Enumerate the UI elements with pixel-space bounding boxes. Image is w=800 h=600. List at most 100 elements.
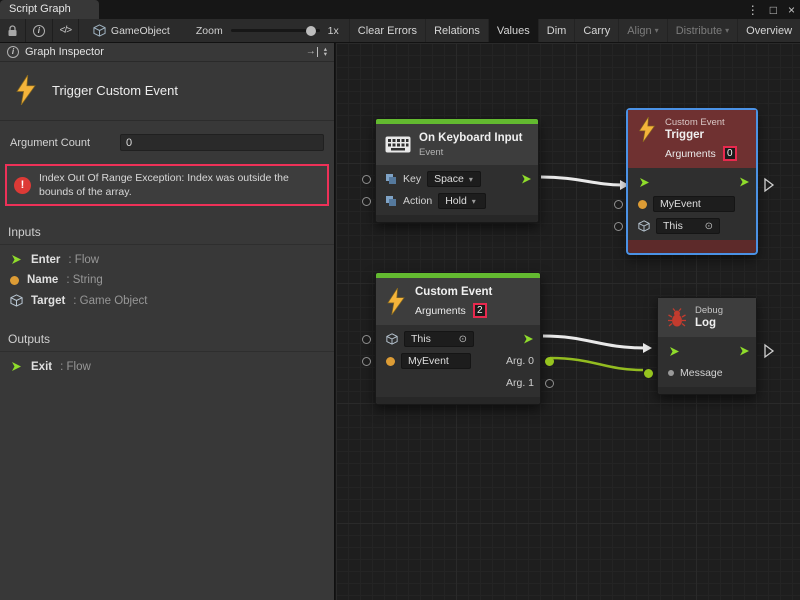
flow-output-port[interactable] [520, 173, 533, 186]
outputs-section-header: Outputs [0, 319, 334, 352]
clear-errors-button[interactable]: Clear Errors [349, 19, 425, 42]
toolbar-separator [78, 19, 79, 42]
arg1-output-port[interactable] [545, 379, 554, 388]
code-view-icon[interactable]: </> [53, 19, 78, 42]
argument-count-row: Argument Count [0, 121, 334, 153]
arguments-count-badge[interactable]: 0 [723, 146, 737, 161]
flow-input-port[interactable] [668, 345, 681, 358]
window-controls: ⋮ □ × [747, 0, 795, 19]
lock-icon[interactable] [0, 19, 25, 42]
error-icon: ! [14, 177, 31, 194]
carry-button[interactable]: Carry [574, 19, 618, 42]
target-input-port[interactable] [614, 222, 623, 231]
flow-arrow-icon [10, 253, 23, 266]
arg0-label: Arg. 0 [506, 355, 534, 367]
lightning-bolt-icon [637, 117, 657, 142]
string-port-icon [386, 357, 395, 366]
action-label: Action [403, 195, 432, 207]
event-name-row: MyEvent Arg. 0 [376, 350, 540, 372]
action-input-port[interactable] [362, 197, 371, 206]
input-port-target: Target : Game Object [0, 290, 334, 311]
overview-button[interactable]: Overview [737, 19, 800, 42]
error-text: Index Out Of Range Exception: Index was … [39, 171, 320, 199]
enum-icon [386, 174, 397, 185]
action-dropdown[interactable]: Hold▾ [438, 193, 486, 209]
node-debug-log[interactable]: Debug Log Message [657, 297, 757, 395]
collapse-expand-icon[interactable]: ▴▾ [324, 47, 327, 57]
unit-title: Trigger Custom Event [52, 83, 178, 98]
object-picker-icon[interactable]: ⊙ [459, 334, 467, 345]
name-input-port[interactable] [614, 200, 623, 209]
close-icon[interactable]: × [788, 3, 795, 17]
event-name-field[interactable]: MyEvent [401, 353, 471, 369]
flow-output-port[interactable] [522, 333, 535, 346]
maximize-icon[interactable]: □ [770, 3, 777, 17]
wire-keyboard-to-trigger [541, 177, 622, 185]
enum-icon [386, 196, 397, 207]
node-title: Trigger [665, 128, 737, 142]
argument-count-input[interactable] [120, 134, 324, 151]
object-picker-icon[interactable]: ⊙ [705, 221, 713, 232]
dock-icon[interactable]: → [306, 47, 318, 57]
node-trigger-custom-event[interactable]: Custom Event Trigger Arguments 0 [627, 109, 757, 254]
node-custom-event[interactable]: Custom Event Arguments 2 This⊙ [375, 272, 541, 405]
arg0-output-port[interactable] [545, 357, 554, 366]
graph-canvas[interactable]: On Keyboard Input Event Key Space▾ [336, 43, 800, 600]
target-object-field[interactable]: This⊙ [656, 218, 720, 234]
key-dropdown[interactable]: Space▾ [427, 171, 481, 187]
flow-output-port[interactable] [738, 345, 751, 358]
relations-button[interactable]: Relations [425, 19, 488, 42]
key-label: Key [403, 173, 421, 185]
target-object-field[interactable]: This⊙ [404, 331, 474, 347]
target-input-port[interactable] [362, 335, 371, 344]
message-input-port[interactable] [644, 369, 653, 378]
node-header: Custom Event Arguments 2 [376, 278, 540, 325]
zoom-label: Zoom [196, 25, 223, 37]
message-row: Message [658, 362, 756, 384]
event-name-field[interactable]: MyEvent [653, 196, 735, 212]
message-label: Message [680, 367, 723, 379]
node-on-keyboard-input[interactable]: On Keyboard Input Event Key Space▾ [375, 118, 539, 223]
key-input-port[interactable] [362, 175, 371, 184]
node-category: Custom Event [665, 117, 737, 128]
error-message-box: ! Index Out Of Range Exception: Index wa… [5, 164, 329, 206]
input-port-enter: Enter : Flow [0, 249, 334, 270]
node-subtitle: Event [419, 147, 523, 158]
node-play-indicator [763, 343, 775, 359]
node-header: Debug Log [658, 298, 756, 337]
inputs-section-header: Inputs [0, 212, 334, 245]
gameobject-icon [93, 24, 106, 37]
align-button[interactable]: Align▾ [618, 19, 666, 42]
zoom-slider-knob[interactable] [306, 26, 316, 36]
chevron-down-icon: ▾ [469, 175, 473, 184]
chevron-down-icon: ▾ [655, 26, 659, 35]
unit-title-block: Trigger Custom Event [0, 62, 334, 121]
input-port-name: Name : String [0, 270, 334, 290]
flow-output-port[interactable] [738, 176, 751, 189]
info-icon[interactable]: i [26, 19, 52, 42]
distribute-button[interactable]: Distribute▾ [667, 19, 737, 42]
node-title: Custom Event [415, 285, 492, 299]
node-footer [628, 240, 756, 253]
name-input-port[interactable] [362, 357, 371, 366]
action-row: Action Hold▾ [376, 190, 538, 212]
zoom-slider[interactable] [231, 29, 320, 32]
flow-row [628, 171, 756, 193]
kebab-menu-icon[interactable]: ⋮ [747, 3, 759, 17]
tab-script-graph[interactable]: Script Graph [0, 0, 99, 19]
arguments-row: Arguments 2 [415, 303, 492, 318]
dim-button[interactable]: Dim [538, 19, 575, 42]
inspector-title: Graph Inspector [25, 46, 104, 58]
info-icon: i [7, 46, 19, 58]
flow-arrow-icon [10, 360, 23, 373]
node-footer [658, 387, 756, 394]
arg1-label: Arg. 1 [506, 377, 534, 389]
flow-input-port[interactable] [638, 176, 651, 189]
node-header: Custom Event Trigger Arguments 0 [628, 110, 756, 168]
arguments-row: Arguments 0 [665, 146, 737, 161]
argument-count-label: Argument Count [10, 137, 120, 149]
values-button[interactable]: Values [488, 19, 538, 42]
gameobject-label[interactable]: GameObject [111, 25, 170, 37]
arguments-count-badge[interactable]: 2 [473, 303, 487, 318]
chevron-down-icon: ▾ [725, 26, 729, 35]
